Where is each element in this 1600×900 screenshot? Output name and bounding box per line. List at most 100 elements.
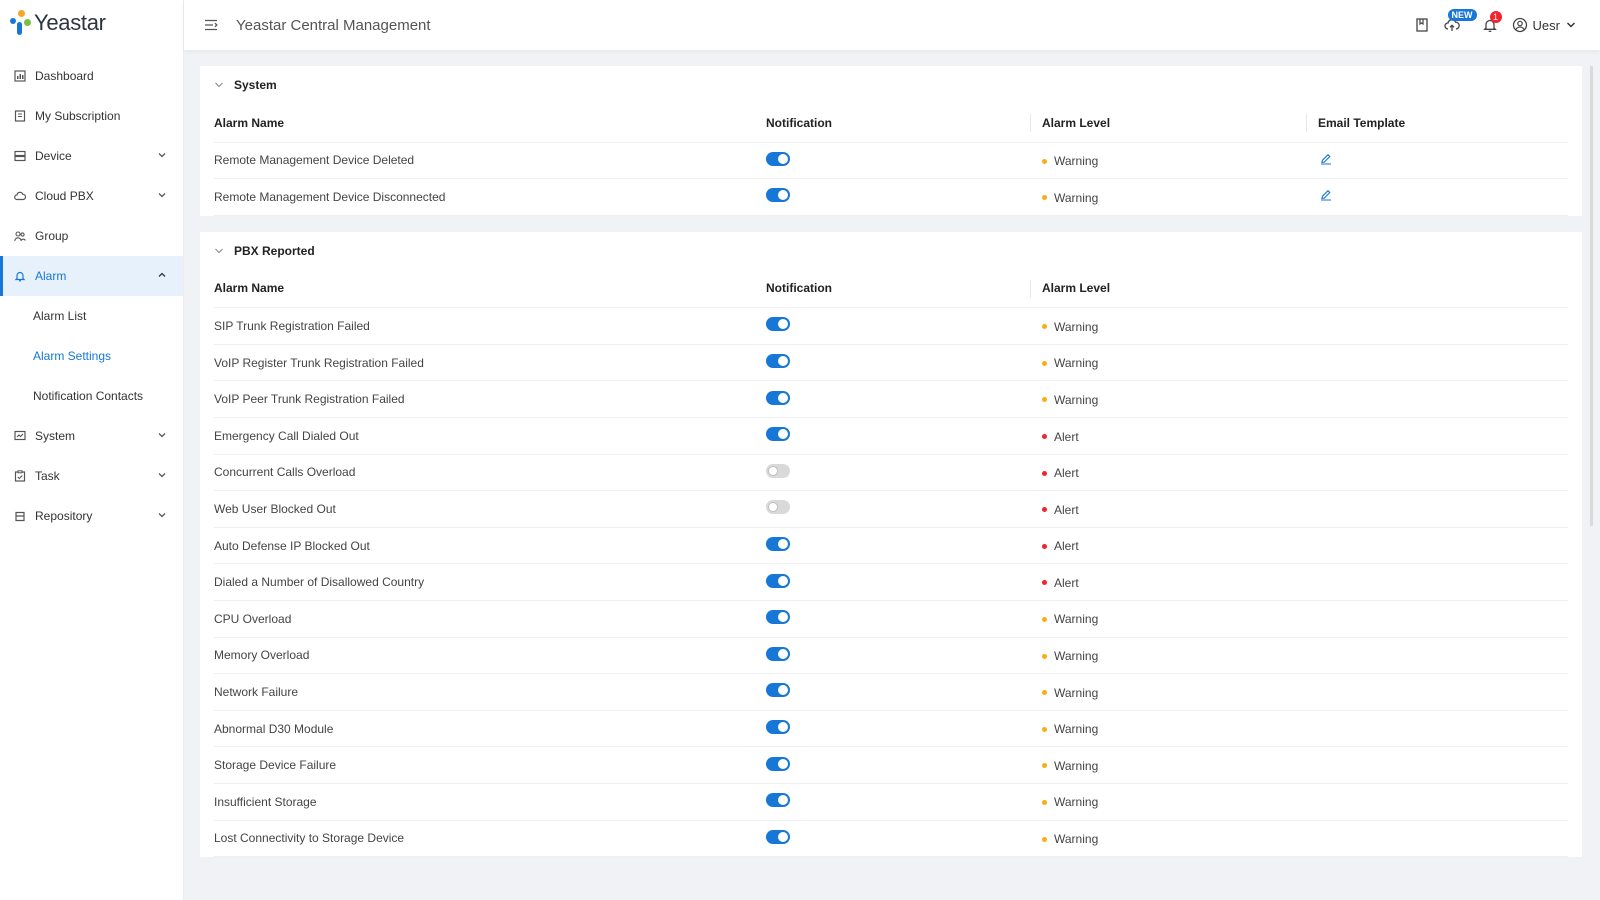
sidebar-item-label: Group <box>35 229 69 243</box>
alarm-level-badge: Warning <box>1042 795 1098 809</box>
subscription-icon <box>14 110 26 122</box>
notification-toggle[interactable] <box>766 829 790 844</box>
table-row: Storage Device Failure Warning <box>214 746 1568 784</box>
alarm-level-badge: Warning <box>1042 722 1098 736</box>
alarm-level-cell: Alert <box>1042 454 1318 492</box>
sidebar-subitem-alarm-list[interactable]: Alarm List <box>0 296 183 336</box>
alarm-name: VoIP Peer Trunk Registration Failed <box>214 380 766 418</box>
status-dot-icon <box>1042 726 1047 732</box>
chevron-down-icon[interactable] <box>214 246 224 256</box>
alarm-level-badge: Warning <box>1042 612 1098 626</box>
sidebar-item-my-subscription[interactable]: My Subscription <box>0 96 183 136</box>
notification-toggle[interactable] <box>766 573 790 588</box>
group-icon <box>14 230 26 242</box>
sidebar-item-alarm[interactable]: Alarm <box>0 256 183 296</box>
scrollbar[interactable] <box>1590 66 1593 526</box>
table-row: Emergency Call Dialed Out Alert <box>214 417 1568 455</box>
edit-icon[interactable] <box>1320 153 1332 165</box>
notification-toggle[interactable] <box>766 317 790 332</box>
docs-icon[interactable] <box>1414 17 1430 33</box>
section-header[interactable]: PBX Reported <box>214 232 1568 270</box>
new-badge: NEW <box>1447 9 1477 21</box>
menu-toggle-icon[interactable] <box>204 19 218 31</box>
status-dot-icon <box>1042 324 1047 330</box>
sidebar-item-label: My Subscription <box>35 109 121 123</box>
chevron-up-icon <box>158 272 166 277</box>
sidebar-item-cloud-pbx[interactable]: Cloud PBX <box>0 176 183 216</box>
notification-toggle[interactable] <box>766 793 790 808</box>
notification-toggle[interactable] <box>766 646 790 661</box>
table-row: Auto Defense IP Blocked Out Alert <box>214 527 1568 565</box>
status-dot-icon <box>1042 616 1047 622</box>
sidebar-item-label: Dashboard <box>35 69 94 83</box>
email-template-cell <box>1318 142 1568 180</box>
table-row: SIP Trunk Registration Failed Warning <box>214 307 1568 345</box>
empty-cell <box>1318 673 1568 711</box>
sidebar-item-label: System <box>35 429 76 443</box>
notification-bell-icon[interactable]: 1 <box>1482 11 1502 33</box>
alarm-level-badge: Warning <box>1042 649 1098 663</box>
alarm-level-badge: Warning <box>1042 154 1098 168</box>
notification-toggle[interactable] <box>766 151 790 166</box>
sidebar-item-label: Repository <box>35 509 93 523</box>
alarm-level-badge: Warning <box>1042 832 1098 846</box>
alarm-name: VoIP Register Trunk Registration Failed <box>214 344 766 382</box>
chevron-down-icon <box>158 473 166 478</box>
sidebar-subitem-notification-contacts[interactable]: Notification Contacts <box>0 376 183 416</box>
section-header[interactable]: System <box>214 66 1568 104</box>
notification-toggle[interactable] <box>766 390 790 405</box>
chevron-down-icon[interactable] <box>214 80 224 90</box>
column-header-alarm-name: Alarm Name <box>214 104 766 143</box>
pbx-alarm-table: Alarm Name Notification Alarm Level SIP … <box>214 269 1568 858</box>
edit-icon[interactable] <box>1320 189 1332 201</box>
notification-toggle[interactable] <box>766 500 790 515</box>
cloud-pbx-icon <box>14 190 26 202</box>
sidebar-item-system[interactable]: System <box>0 416 183 456</box>
alarm-name: SIP Trunk Registration Failed <box>214 307 766 345</box>
notification-toggle[interactable] <box>766 537 790 552</box>
sidebar-item-device[interactable]: Device <box>0 136 183 176</box>
sidebar-item-dashboard[interactable]: Dashboard <box>0 56 183 96</box>
alarm-name: Web User Blocked Out <box>214 490 766 528</box>
alarm-name: CPU Overload <box>214 600 766 638</box>
alarm-name: Dialed a Number of Disallowed Country <box>214 563 766 601</box>
alarm-level-text: Alert <box>1054 575 1079 590</box>
alarm-level-cell: Warning <box>1042 344 1318 382</box>
notification-toggle[interactable] <box>766 720 790 735</box>
sidebar-item-label: Task <box>35 469 60 483</box>
alarm-level-text: Warning <box>1054 685 1099 700</box>
notification-toggle[interactable] <box>766 463 790 478</box>
notification-cell <box>766 454 1042 492</box>
notification-toggle[interactable] <box>766 683 790 698</box>
alarm-level-cell: Alert <box>1042 527 1318 565</box>
alarm-level-badge: Warning <box>1042 393 1098 407</box>
sidebar-item-group[interactable]: Group <box>0 216 183 256</box>
notification-toggle[interactable] <box>766 354 790 369</box>
sidebar-subitem-alarm-settings[interactable]: Alarm Settings <box>0 336 183 376</box>
alarm-level-text: Warning <box>1054 319 1099 334</box>
sidebar-item-repository[interactable]: Repository <box>0 496 183 536</box>
alarm-name: Abnormal D30 Module <box>214 710 766 748</box>
cloud-upgrade-icon[interactable]: NEW <box>1443 9 1477 33</box>
alarm-level-cell: Alert <box>1042 417 1318 455</box>
notification-toggle[interactable] <box>766 427 790 442</box>
alarm-level-badge: Warning <box>1042 759 1098 773</box>
sidebar-item-label: Cloud PBX <box>35 189 94 203</box>
notification-toggle[interactable] <box>766 756 790 771</box>
user-menu[interactable]: Uesr <box>1512 17 1576 33</box>
alarm-level-cell: Warning <box>1042 178 1318 216</box>
notification-cell <box>766 178 1042 216</box>
alarm-level-text: Warning <box>1054 190 1099 205</box>
alarm-name: Auto Defense IP Blocked Out <box>214 527 766 565</box>
alarm-level-badge: Alert <box>1042 503 1079 517</box>
notification-cell <box>766 417 1042 455</box>
sidebar-item-task[interactable]: Task <box>0 456 183 496</box>
notification-toggle[interactable] <box>766 610 790 625</box>
logo-text: Yeastar <box>34 10 106 35</box>
alarm-level-cell: Warning <box>1042 637 1318 675</box>
notification-toggle[interactable] <box>766 188 790 203</box>
alarm-name: Storage Device Failure <box>214 746 766 784</box>
device-icon <box>14 150 26 162</box>
sidebar-subitem-label: Alarm Settings <box>33 349 112 363</box>
main-content: System Alarm Name Notification Alarm Lev… <box>200 66 1582 873</box>
